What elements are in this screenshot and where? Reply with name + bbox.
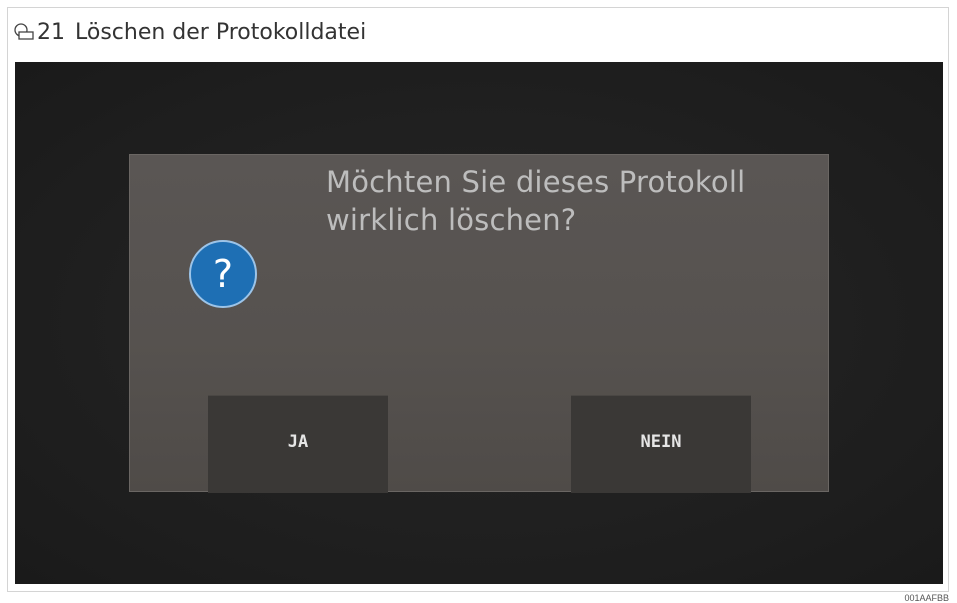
question-icon: ? [189, 240, 257, 308]
dialog-message: Möchten Sie dieses Protokoll wirklich lö… [326, 165, 746, 237]
figure-caption: 21 Löschen der Protokolldatei [13, 12, 366, 52]
device-screen: ? Möchten Sie dieses Protokoll wirklich … [15, 62, 943, 584]
no-button[interactable]: NEIN [571, 395, 751, 493]
yes-button[interactable]: JA [208, 395, 388, 493]
question-glyph: ? [213, 252, 233, 296]
figure-icon [14, 23, 34, 40]
figure-number: 21 [37, 19, 65, 45]
figure-title: Löschen der Protokolldatei [75, 19, 367, 45]
confirm-dialog: ? Möchten Sie dieses Protokoll wirklich … [129, 154, 829, 493]
reference-code: 001AAFBB [904, 593, 949, 603]
